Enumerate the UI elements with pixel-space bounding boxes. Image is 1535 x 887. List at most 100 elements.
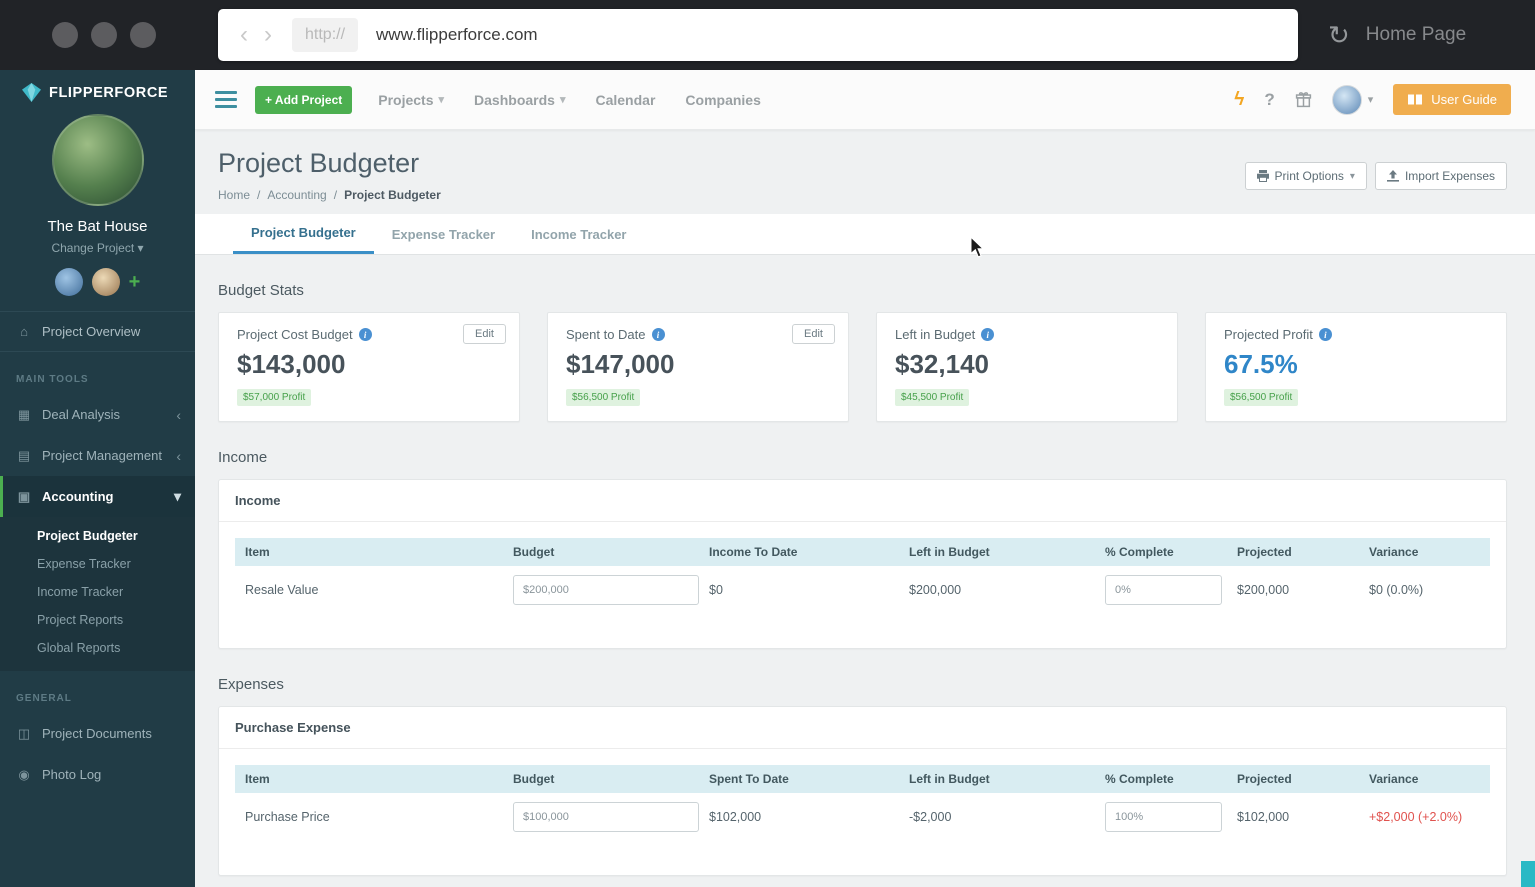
variance-cell: +$2,000 (+2.0%): [1369, 810, 1463, 824]
sidebar-subitem-expense-tracker[interactable]: Expense Tracker: [0, 550, 195, 578]
lightning-icon[interactable]: ϟ: [1234, 89, 1244, 111]
budget-input[interactable]: [513, 575, 699, 605]
nav-link-label: Dashboards: [474, 91, 555, 108]
user-guide-button[interactable]: User Guide: [1393, 84, 1511, 115]
print-options-label: Print Options: [1274, 169, 1344, 183]
breadcrumb-separator: /: [333, 188, 338, 202]
stat-card-spent-to-date: Spent to Date i Edit $147,000 $56,500 Pr…: [547, 312, 849, 422]
info-icon[interactable]: i: [358, 328, 372, 341]
column-header: % Complete: [1095, 538, 1227, 566]
info-icon[interactable]: i: [1318, 328, 1332, 341]
general-header: GENERAL: [16, 693, 72, 704]
nav-companies[interactable]: Companies: [685, 92, 760, 108]
table-header-row: Item Budget Income To Date Left in Budge…: [235, 538, 1490, 566]
change-project-link[interactable]: Change Project ▾: [0, 241, 195, 255]
url-bar[interactable]: ‹ › http:// www.flipperforce.com: [218, 9, 1298, 61]
add-project-button[interactable]: + Add Project: [255, 85, 353, 114]
folder-icon: ◫: [17, 725, 31, 741]
info-icon[interactable]: i: [981, 328, 995, 341]
main-tools-header: MAIN TOOLS: [16, 374, 89, 385]
breadcrumb-accounting[interactable]: Accounting: [267, 188, 326, 202]
team-member-avatar[interactable]: [91, 268, 120, 296]
table-row: Resale Value $0 $200,000 $200,000 $0 (0.…: [235, 566, 1490, 614]
spent-to-date-cell: $102,000: [709, 810, 762, 824]
import-expenses-button[interactable]: Import Expenses: [1374, 162, 1507, 190]
window-control-dot[interactable]: [130, 22, 156, 48]
edit-button[interactable]: Edit: [463, 324, 506, 344]
home-icon: ⌂: [20, 324, 28, 339]
percent-complete-input[interactable]: [1105, 575, 1222, 605]
column-header: Spent To Date: [699, 765, 899, 793]
column-header: Item: [235, 538, 503, 566]
forward-icon[interactable]: ›: [264, 23, 272, 47]
sidebar-item-project-management[interactable]: ▤ Project Management ‹: [0, 435, 195, 476]
hamburger-icon[interactable]: [215, 91, 237, 108]
sidebar-subitem-income-tracker[interactable]: Income Tracker: [0, 578, 195, 606]
sidebar-item-label: Project Documents: [42, 726, 152, 741]
team-member-avatar[interactable]: [54, 268, 83, 296]
sidebar: FLIPPERFORCE The Bat House Change Projec…: [0, 70, 195, 887]
sidebar-item-project-overview[interactable]: ⌂ Project Overview: [0, 311, 195, 352]
column-header: Variance: [1359, 538, 1490, 566]
sidebar-subitem-global-reports[interactable]: Global Reports: [0, 634, 195, 662]
stat-title: Project Cost Budget: [237, 327, 353, 342]
breadcrumb-current: Project Budgeter: [344, 188, 441, 202]
tab-expense-tracker[interactable]: Expense Tracker: [374, 214, 513, 254]
nav-link-label: Companies: [685, 91, 761, 108]
budget-input[interactable]: [513, 802, 699, 832]
stats-row: Project Cost Budget i Edit $143,000 $57,…: [218, 312, 1507, 422]
sidebar-item-photo-log[interactable]: ◉ Photo Log: [0, 754, 195, 795]
print-options-button[interactable]: Print Options ▾: [1244, 162, 1367, 190]
user-menu[interactable]: ▾: [1331, 84, 1373, 115]
chevron-left-icon: ‹: [176, 406, 181, 423]
stat-value: 67.5%: [1224, 349, 1298, 379]
column-header: Income To Date: [699, 538, 899, 566]
info-icon[interactable]: i: [651, 328, 665, 341]
stat-value: $147,000: [566, 349, 675, 379]
profit-badge: $56,500 Profit: [566, 389, 641, 406]
breadcrumb-home[interactable]: Home: [218, 188, 250, 202]
url-text[interactable]: www.flipperforce.com: [376, 25, 538, 45]
import-expenses-label: Import Expenses: [1404, 169, 1495, 183]
column-header: Left in Budget: [899, 765, 1095, 793]
nav-calendar[interactable]: Calendar: [595, 92, 655, 108]
column-header: Left in Budget: [899, 538, 1095, 566]
sidebar-subitem-project-reports[interactable]: Project Reports: [0, 606, 195, 634]
sidebar-subitem-project-budgeter[interactable]: Project Budgeter: [0, 522, 195, 550]
gift-icon[interactable]: [1295, 91, 1312, 108]
column-header: Budget: [503, 765, 699, 793]
chevron-left-icon: ‹: [176, 447, 181, 464]
column-header: Projected: [1227, 538, 1359, 566]
tab-income-tracker[interactable]: Income Tracker: [513, 214, 644, 254]
content: Project Budgeter Home / Accounting / Pro…: [195, 130, 1535, 887]
project-avatar[interactable]: [51, 114, 144, 206]
home-page-label[interactable]: Home Page: [1366, 24, 1466, 46]
percent-complete-input[interactable]: [1105, 802, 1222, 832]
left-in-budget-cell: $200,000: [909, 583, 962, 597]
tab-project-budgeter[interactable]: Project Budgeter: [233, 214, 374, 254]
page-title: Project Budgeter: [218, 148, 420, 178]
edit-button[interactable]: Edit: [792, 324, 835, 344]
sidebar-item-accounting[interactable]: ▣ Accounting ▾: [0, 476, 195, 517]
caret-down-icon: ▾: [559, 94, 566, 106]
help-icon[interactable]: ?: [1264, 90, 1274, 110]
caret-down-icon: ▾: [1349, 170, 1355, 182]
nav-projects[interactable]: Projects ▾: [378, 92, 444, 108]
scrollbar-thumb[interactable]: [1521, 861, 1535, 887]
sidebar-item-project-documents[interactable]: ◫ Project Documents: [0, 713, 195, 754]
nav-dashboards[interactable]: Dashboards ▾: [474, 92, 565, 108]
table-header-row: Item Budget Spent To Date Left in Budget…: [235, 765, 1490, 793]
reload-icon[interactable]: ↻: [1328, 22, 1350, 48]
stat-card-projected-profit: Projected Profit i 67.5% $56,500 Profit: [1205, 312, 1507, 422]
brand-gem-icon: [22, 83, 41, 102]
back-icon[interactable]: ‹: [240, 23, 248, 47]
tab-bar: Project Budgeter Expense Tracker Income …: [195, 214, 1535, 255]
income-table: Item Budget Income To Date Left in Budge…: [235, 538, 1490, 614]
add-member-button[interactable]: +: [129, 272, 141, 292]
brand[interactable]: FLIPPERFORCE: [0, 70, 195, 110]
sidebar-item-deal-analysis[interactable]: ▦ Deal Analysis ‹: [0, 394, 195, 435]
url-protocol: http://: [292, 18, 359, 52]
window-control-dot[interactable]: [91, 22, 117, 48]
stat-title: Left in Budget: [895, 327, 976, 342]
window-control-dot[interactable]: [52, 22, 78, 48]
